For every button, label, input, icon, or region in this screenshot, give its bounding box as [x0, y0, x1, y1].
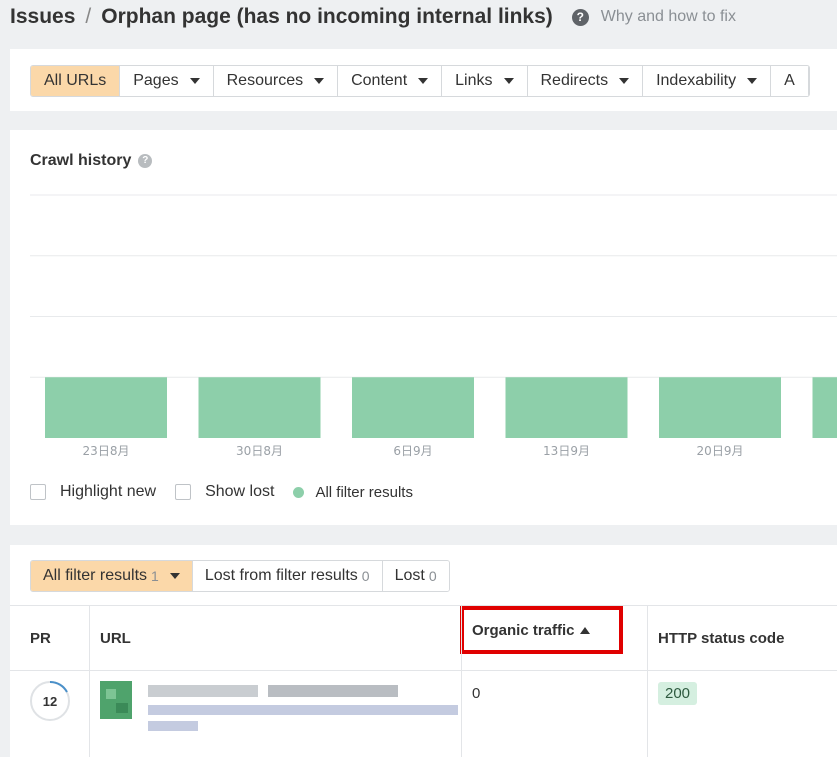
- highlight-new-checkbox[interactable]: [30, 484, 46, 500]
- crawl-history-panel: Crawl history ? 23日8月 30日8月 6日9月 13日9月 20日9月…: [10, 130, 837, 525]
- column-divider: [89, 605, 90, 757]
- tab-label: Redirects: [540, 72, 609, 89]
- why-and-how-to-fix-link[interactable]: Why and how to fix: [601, 8, 736, 26]
- tab-all-urls[interactable]: All URLs: [31, 66, 121, 96]
- organic-traffic-value: 0: [472, 685, 481, 702]
- chart-bar[interactable]: [505, 377, 628, 438]
- breadcrumb-separator: /: [85, 5, 92, 28]
- filter-tab-count: 0: [428, 568, 437, 584]
- chart-bar[interactable]: [812, 377, 837, 438]
- filter-tab-lost-from-filter-results[interactable]: Lost from filter results 0: [192, 561, 383, 591]
- pr-progress-arc: [49, 681, 68, 693]
- tab-label: Indexability: [656, 72, 737, 89]
- x-tick-label: 13日9月: [543, 444, 590, 458]
- status-badge: 200: [658, 682, 698, 705]
- show-lost-toggle[interactable]: Show lost: [175, 483, 274, 501]
- x-tick-label: 30日8月: [236, 444, 283, 458]
- tab-a[interactable]: A: [771, 66, 809, 96]
- caret-down-icon[interactable]: [169, 573, 180, 579]
- column-divider: [461, 605, 462, 757]
- filter-tabs: All filter results 1 Lost from filter resu…: [30, 560, 450, 592]
- highlight-new-label: Highlight new: [60, 483, 157, 500]
- tab-redirects[interactable]: Redirects: [527, 66, 644, 96]
- filter-tab-lost[interactable]: Lost 0: [382, 561, 449, 591]
- filter-tab-all-filter-results[interactable]: All filter results 1: [31, 561, 193, 591]
- legend-dot-icon: [293, 486, 305, 498]
- legend-series-label: All filter results: [315, 483, 413, 501]
- table-header: PR URL Organic traffic HTTP status code: [10, 605, 837, 671]
- column-divider: [647, 605, 648, 757]
- caret-down-icon: [189, 78, 200, 84]
- caret-down-icon: [619, 78, 630, 84]
- tab-indexability[interactable]: Indexability: [643, 66, 772, 96]
- tab-resources[interactable]: Resources: [213, 66, 339, 96]
- page-title: Orphan page (has no incoming internal li…: [101, 5, 553, 28]
- url-cell-blurred[interactable]: [100, 681, 460, 751]
- filter-tab-count: 1: [151, 568, 159, 584]
- question-circle-icon[interactable]: ?: [571, 8, 589, 26]
- x-tick-label: 23日8月: [83, 444, 130, 458]
- highlight-new-toggle[interactable]: Highlight new: [30, 483, 156, 501]
- tab-label: Pages: [133, 72, 179, 89]
- legend-series-all-filter-results[interactable]: All filter results: [293, 484, 413, 501]
- tab-label: Content: [351, 72, 408, 89]
- caret-down-icon: [747, 78, 758, 84]
- tab-label: A: [784, 72, 795, 89]
- chart-bar[interactable]: [352, 377, 474, 438]
- filter-tab-count: 0: [361, 568, 370, 584]
- chart-bar[interactable]: [659, 377, 781, 438]
- results-table-panel: All filter results 1 Lost from filter resu…: [10, 545, 837, 757]
- report-tabs-panel: All URLs Pages Resources Content Links Redire…: [10, 49, 837, 111]
- tab-label: Resources: [226, 72, 304, 89]
- tab-pages[interactable]: Pages: [120, 66, 214, 96]
- filter-tab-label: All filter results: [43, 567, 148, 584]
- filter-tab-label: Lost from filter results: [204, 567, 358, 584]
- column-header-http-status-code[interactable]: HTTP status code: [658, 606, 784, 670]
- x-tick-label: 20日9月: [697, 444, 744, 458]
- tab-content[interactable]: Content: [338, 66, 443, 96]
- caret-down-icon: [418, 78, 429, 84]
- organic-traffic-highlight-box: [460, 606, 623, 654]
- column-header-pr[interactable]: PR: [30, 606, 51, 670]
- column-header-url[interactable]: URL: [100, 606, 131, 670]
- show-lost-label: Show lost: [205, 483, 275, 500]
- chart-legend: Highlight new Show lost All filter resul…: [30, 483, 432, 501]
- breadcrumb: Issues / Orphan page (has no incoming in…: [10, 3, 736, 31]
- x-tick-label: 6日9月: [393, 444, 432, 458]
- filter-tab-label: Lost: [394, 567, 425, 584]
- caret-down-icon: [503, 78, 514, 84]
- chart-bar[interactable]: [198, 377, 321, 438]
- report-tab-bar: All URLs Pages Resources Content Links Redire…: [30, 65, 810, 97]
- tab-links[interactable]: Links: [442, 66, 528, 96]
- tab-label: Links: [455, 72, 493, 89]
- caret-down-icon: [314, 78, 325, 84]
- show-lost-checkbox[interactable]: [175, 484, 192, 500]
- tab-label: All URLs: [44, 72, 107, 89]
- breadcrumb-issues-link[interactable]: Issues: [10, 5, 75, 29]
- crawl-history-chart: 23日8月 30日8月 6日9月 13日9月 20日9月: [30, 194, 837, 458]
- chart-bar[interactable]: [45, 377, 167, 438]
